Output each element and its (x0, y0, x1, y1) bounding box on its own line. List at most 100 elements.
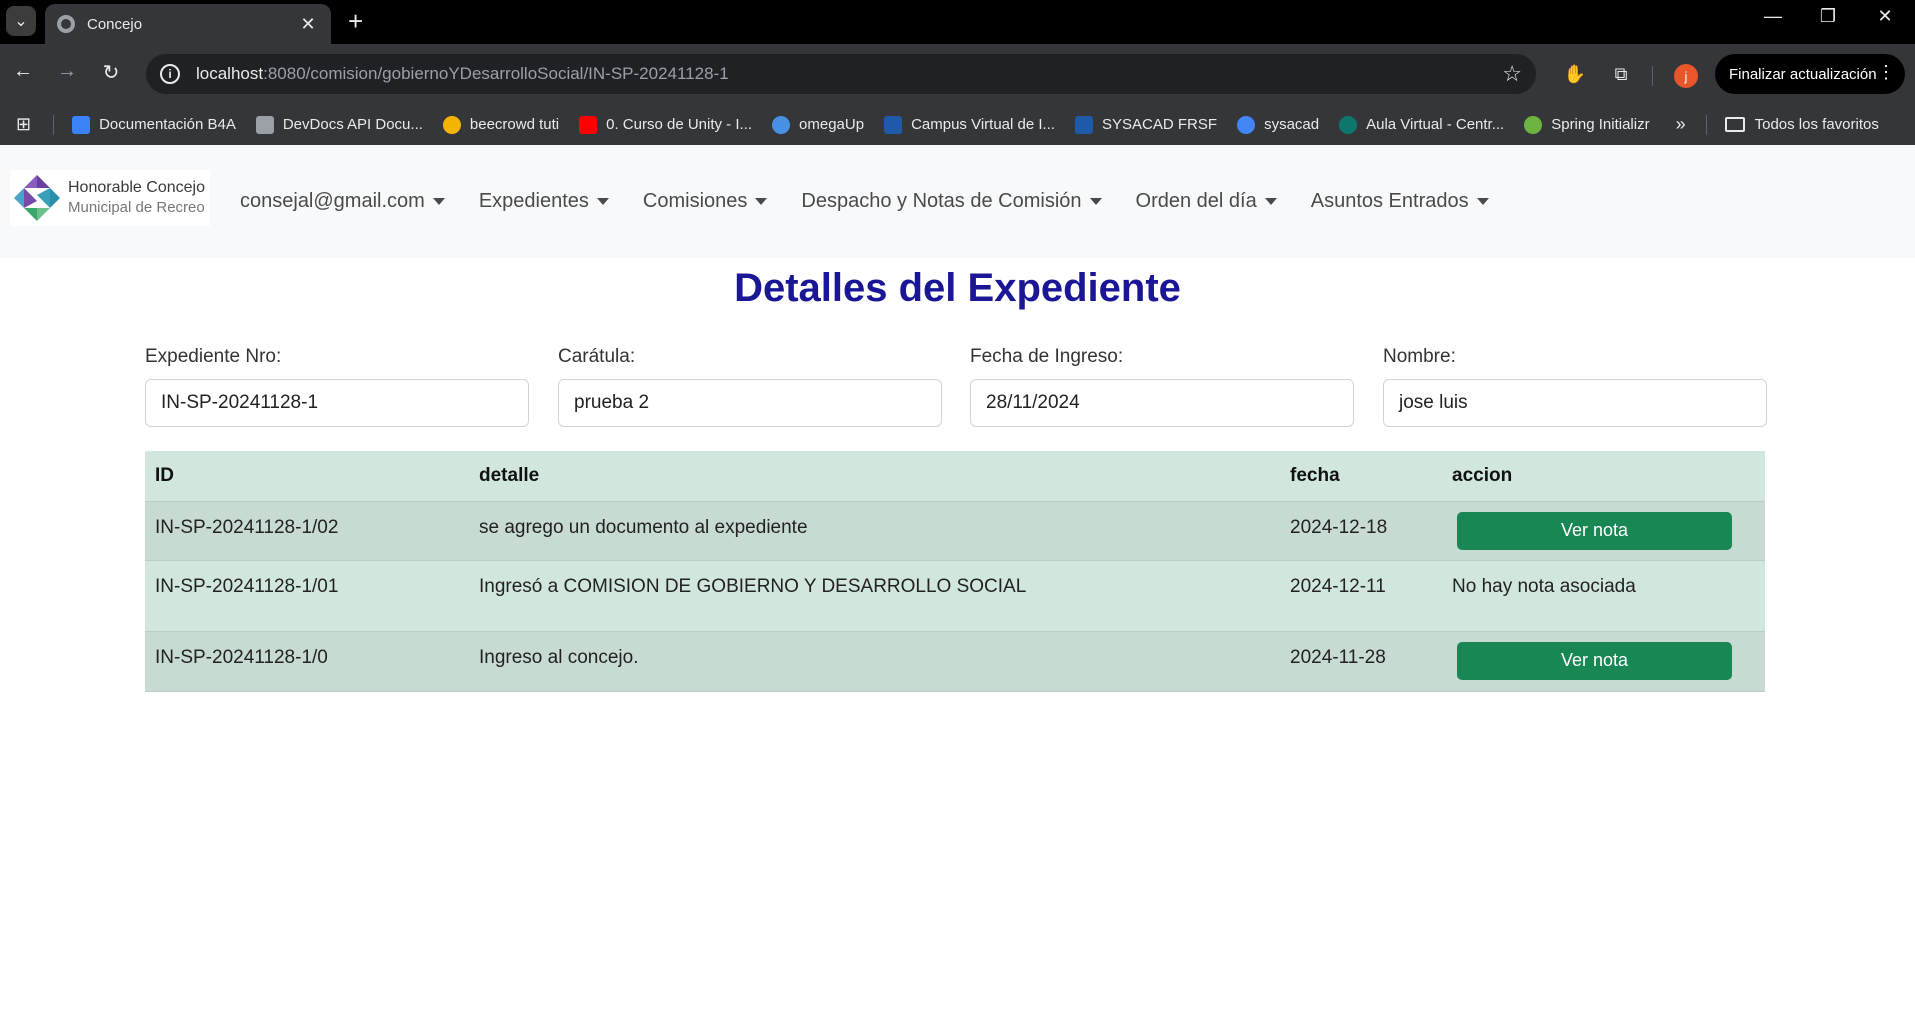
column-header-detalle: detalle (469, 451, 1280, 502)
restore-icon[interactable]: ❐ (1808, 6, 1848, 27)
fecha-ingreso-field[interactable]: 28/11/2024 (970, 379, 1354, 427)
cell-id: IN-SP-20241128-1/0 (145, 631, 469, 692)
bookmark-item[interactable]: Documentación B4A (72, 115, 236, 134)
bookmark-label: omegaUp (799, 116, 865, 133)
tab-title: Concejo (87, 15, 143, 33)
caratula-group: Carátula: prueba 2 (558, 346, 942, 427)
extension-block-icon[interactable]: ✋ (1559, 58, 1591, 90)
caret-down-icon (755, 198, 768, 205)
nombre-group: Nombre: jose luis (1383, 346, 1767, 427)
back-icon[interactable]: ← (8, 60, 38, 83)
caret-down-icon (1264, 198, 1277, 205)
bookmark-item[interactable]: SYSACAD FRSF (1075, 115, 1218, 134)
bookmark-favicon-icon (72, 115, 91, 134)
nav-orden-dropdown[interactable]: Orden del día (1136, 190, 1277, 213)
nav-despacho-label: Despacho y Notas de Comisión (801, 190, 1082, 212)
table-row: IN-SP-20241128-1/02 se agrego un documen… (145, 501, 1765, 561)
movimientos-table: ID detalle fecha accion IN-SP-20241128-1… (145, 451, 1765, 692)
profile-avatar[interactable]: j (1674, 64, 1698, 88)
nav-asuntos-dropdown[interactable]: Asuntos Entrados (1311, 190, 1489, 213)
nav-orden-label: Orden del día (1135, 190, 1257, 212)
nav-expedientes-dropdown[interactable]: Expedientes (479, 190, 609, 213)
bookmark-item[interactable]: DevDocs API Docu... (255, 115, 423, 134)
youtube-icon (579, 115, 598, 134)
bookmark-item[interactable]: omegaUp (772, 115, 865, 134)
nav-comisiones-dropdown[interactable]: Comisiones (643, 190, 768, 213)
bookmark-star-icon[interactable]: ☆ (1502, 61, 1522, 87)
nav-expedientes-label: Expedientes (478, 190, 589, 212)
spring-icon (1524, 115, 1543, 134)
table-header-row: ID detalle fecha accion (145, 451, 1765, 502)
cell-accion: Ver nota (1442, 631, 1765, 692)
url-host: localhost (196, 64, 264, 83)
cell-accion-text: No hay nota asociada (1442, 560, 1765, 632)
nav-despacho-dropdown[interactable]: Despacho y Notas de Comisión (801, 190, 1102, 213)
bookmark-label: Spring Initializr (1551, 116, 1650, 133)
bookmarks-folder-label: Todos los favoritos (1754, 116, 1879, 133)
bookmark-item[interactable]: beecrowd tuti (442, 115, 560, 134)
tab-concejo[interactable]: Concejo ✕ (45, 4, 331, 44)
chevron-down-icon: ⌄ (14, 13, 28, 30)
close-icon[interactable]: ✕ (297, 14, 319, 35)
cell-accion: Ver nota (1442, 501, 1765, 561)
minimize-icon[interactable]: — (1753, 6, 1793, 27)
expediente-nro-label: Expediente Nro: (145, 346, 282, 367)
browser-toolbar: ← → ↻ i localhost:8080/comision/gobierno… (0, 44, 1915, 104)
close-window-icon[interactable]: ✕ (1865, 6, 1905, 27)
browser-chrome: ⌄ Concejo ✕ + — ❐ ✕ ← → ↻ i localhost:80… (0, 0, 1915, 145)
cell-detalle: Ingreso al concejo. (469, 631, 1280, 692)
brand-logo[interactable]: Honorable Concejo Municipal de Recreo (10, 170, 210, 226)
extensions-puzzle-icon[interactable]: ⧉ (1605, 58, 1637, 90)
url-path: :8080/comision/gobiernoYDesarrolloSocial… (263, 64, 729, 83)
bookmark-item[interactable]: Campus Virtual de I... (884, 115, 1056, 134)
site-info-icon[interactable]: i (160, 64, 180, 84)
caratula-field[interactable]: prueba 2 (558, 379, 942, 427)
forward-icon[interactable]: → (52, 60, 82, 83)
table-row: IN-SP-20241128-1/01 Ingresó a COMISION D… (145, 560, 1765, 632)
more-menu-icon[interactable]: ⋮ (1877, 62, 1895, 83)
bookmark-label: 0. Curso de Unity - I... (606, 116, 753, 133)
ver-nota-button[interactable]: Ver nota (1457, 641, 1732, 680)
globe-icon (57, 15, 75, 33)
nav-user-label: consejal@gmail.com (240, 190, 425, 212)
nav-menu: consejal@gmail.com Expedientes Comisione… (240, 190, 1523, 213)
bookmark-favicon-icon (884, 115, 903, 134)
ver-nota-button[interactable]: Ver nota (1457, 511, 1732, 550)
nombre-field[interactable]: jose luis (1383, 379, 1767, 427)
bookmark-label: beecrowd tuti (469, 116, 560, 133)
address-bar[interactable]: i localhost:8080/comision/gobiernoYDesar… (146, 54, 1536, 94)
nav-asuntos-label: Asuntos Entrados (1310, 190, 1469, 212)
caret-down-icon (432, 198, 445, 205)
expediente-nro-field[interactable]: IN-SP-20241128-1 (145, 379, 529, 427)
cell-detalle: Ingresó a COMISION DE GOBIERNO Y DESARRO… (469, 560, 1280, 632)
tab-strip: ⌄ Concejo ✕ + — ❐ ✕ (0, 0, 1915, 44)
reload-icon[interactable]: ↻ (96, 60, 126, 85)
bookmark-item[interactable]: Spring Initializr (1524, 115, 1650, 134)
column-header-id: ID (145, 451, 469, 502)
more-bookmarks-icon[interactable]: » (1676, 114, 1686, 135)
bookmark-label: Documentación B4A (99, 116, 236, 133)
nav-user-dropdown[interactable]: consejal@gmail.com (240, 190, 445, 213)
bookmark-label: SYSACAD FRSF (1102, 116, 1218, 133)
all-bookmarks-folder[interactable]: Todos los favoritos (1724, 116, 1879, 133)
column-header-fecha: fecha (1280, 451, 1442, 502)
bookmark-item[interactable]: 0. Curso de Unity - I... (579, 115, 753, 134)
cell-fecha: 2024-12-18 (1280, 501, 1442, 561)
bookmark-item[interactable]: Aula Virtual - Centr... (1339, 115, 1505, 134)
cell-detalle: se agrego un documento al expediente (469, 501, 1280, 561)
update-button[interactable]: Finalizar actualización ⋮ (1715, 54, 1905, 94)
new-tab-button[interactable]: + (348, 7, 363, 35)
fecha-ingreso-group: Fecha de Ingreso: 28/11/2024 (970, 346, 1354, 427)
update-button-label: Finalizar actualización (1729, 65, 1877, 83)
table-row: IN-SP-20241128-1/0 Ingreso al concejo. 2… (145, 631, 1765, 692)
caret-down-icon (1476, 198, 1489, 205)
bookmarks-divider (53, 114, 55, 135)
bookmark-item[interactable]: sysacad (1237, 115, 1319, 134)
bookmark-label: Campus Virtual de I... (911, 116, 1056, 133)
bookmark-label: Aula Virtual - Centr... (1366, 116, 1505, 133)
bookmark-favicon-icon (1339, 115, 1358, 134)
tab-search-button[interactable]: ⌄ (6, 6, 36, 36)
bookmark-favicon-icon (442, 115, 461, 134)
apps-grid-icon[interactable]: ⊞ (16, 114, 31, 135)
fecha-ingreso-label: Fecha de Ingreso: (970, 346, 1124, 367)
